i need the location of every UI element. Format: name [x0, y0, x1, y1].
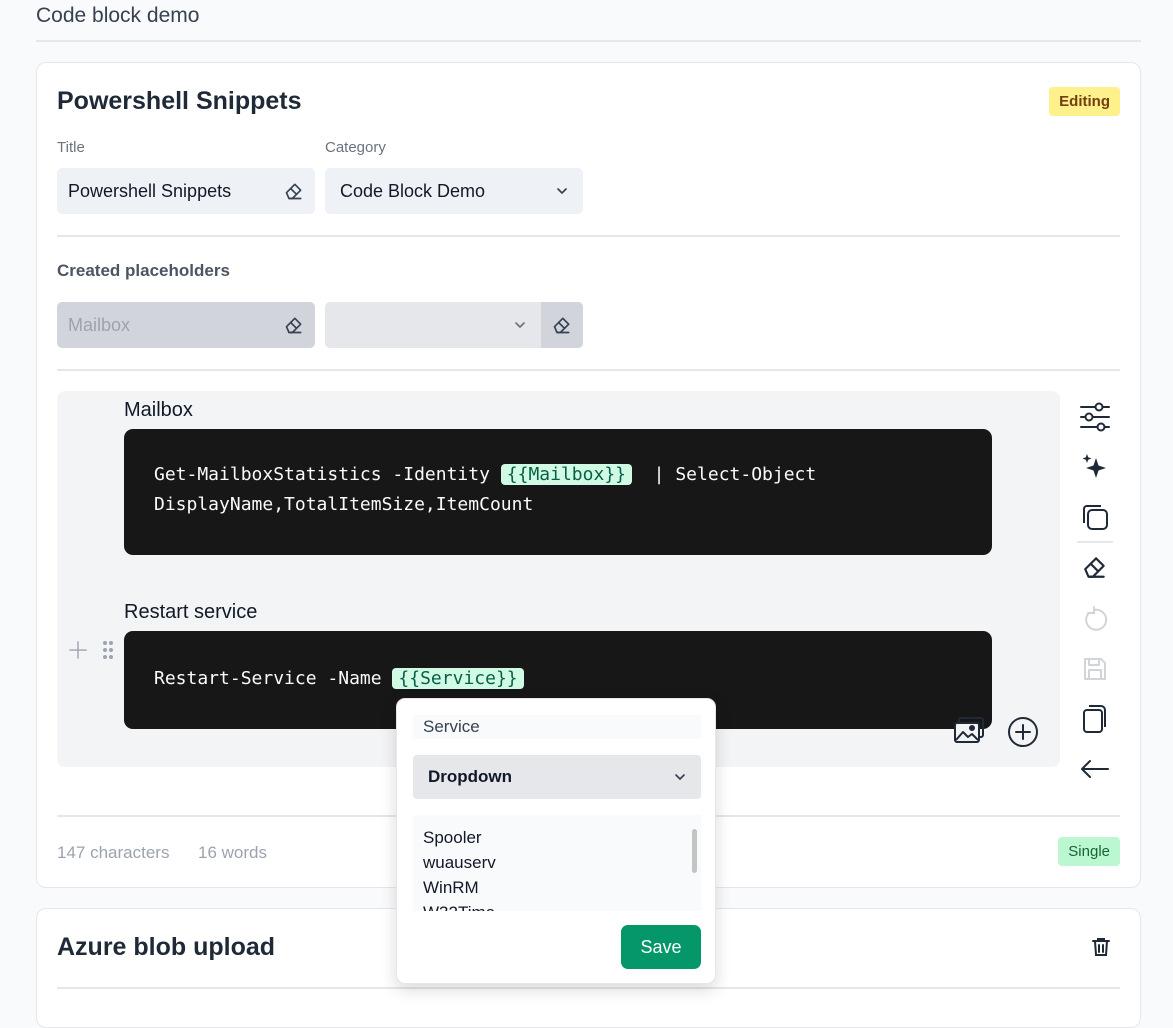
title-field[interactable]: Powershell Snippets	[57, 168, 315, 214]
options-textarea[interactable]: Spooler wuauserv WinRM W32Time	[413, 815, 701, 911]
placeholder-popover: Service Dropdown Spooler wuauserv WinRM …	[396, 698, 716, 984]
eraser-icon[interactable]	[541, 302, 583, 348]
code-text: DisplayName,TotalItemSize,ItemCount	[154, 494, 534, 515]
mode-badge: Single	[1058, 837, 1120, 866]
divider	[57, 987, 1120, 989]
toolbar-divider	[1077, 541, 1113, 543]
eraser-icon[interactable]	[273, 302, 315, 348]
scrollbar[interactable]	[689, 817, 699, 909]
option-item: Spooler	[423, 828, 482, 847]
chevron-down-icon	[499, 302, 541, 348]
save-icon	[1077, 651, 1113, 687]
sliders-icon[interactable]	[1077, 399, 1113, 435]
sparkles-icon[interactable]	[1077, 449, 1113, 485]
chevron-down-icon	[659, 769, 701, 785]
placeholder-type-dropdown[interactable]: Dropdown	[413, 755, 701, 799]
scrollbar-thumb[interactable]	[692, 829, 697, 873]
char-count: 147 characters	[57, 843, 170, 862]
drag-handle-icon[interactable]	[101, 640, 115, 665]
add-circle-icon[interactable]	[1007, 716, 1039, 753]
undo-icon	[1077, 601, 1113, 637]
page-title: Code block demo	[36, 4, 200, 27]
code-block[interactable]: Get-MailboxStatistics -Identity {{Mailbo…	[124, 429, 992, 555]
title-label: Title	[57, 139, 85, 156]
word-count: 16 words	[198, 843, 267, 862]
type-value: Dropdown	[428, 767, 513, 786]
placeholder-name-input[interactable]: Mailbox	[57, 302, 315, 348]
placeholders-heading: Created placeholders	[57, 261, 230, 280]
placeholder-type-select[interactable]	[325, 302, 583, 348]
category-value: Code Block Demo	[340, 180, 486, 201]
arrow-left-icon[interactable]	[1077, 751, 1113, 787]
card-title: Azure blob upload	[57, 933, 276, 961]
placeholder-name-hint: Mailbox	[68, 314, 131, 335]
placeholder-chip[interactable]: {{Service}}	[392, 668, 524, 689]
block-label: Restart service	[124, 601, 258, 623]
page-divider	[36, 40, 1141, 42]
placeholder-chip[interactable]: {{Mailbox}}	[500, 464, 632, 485]
placeholder-name-field[interactable]: Service	[413, 715, 701, 739]
option-item: wuauserv	[423, 853, 496, 872]
image-icon[interactable]	[953, 717, 985, 750]
eraser-icon[interactable]	[1077, 549, 1113, 585]
category-label: Category	[325, 139, 386, 156]
category-select[interactable]: Code Block Demo	[325, 168, 583, 214]
block-label: Mailbox	[124, 399, 193, 421]
card-title: Powershell Snippets	[57, 87, 302, 115]
plus-icon[interactable]	[67, 639, 89, 666]
save-button[interactable]: Save	[621, 925, 701, 969]
option-item: W32Time	[423, 900, 691, 911]
divider	[57, 369, 1120, 371]
option-item: WinRM	[423, 878, 479, 897]
status-badge: Editing	[1049, 87, 1120, 116]
trash-icon[interactable]	[1092, 937, 1110, 962]
divider	[57, 235, 1120, 237]
title-value: Powershell Snippets	[68, 180, 232, 201]
eraser-icon[interactable]	[273, 168, 315, 214]
chevron-down-icon	[541, 168, 583, 214]
copy-icon[interactable]	[1077, 499, 1113, 535]
code-text: Get-MailboxStatistics -Identity	[154, 464, 501, 485]
code-text: | Select-Object	[632, 464, 817, 485]
duplicate-icon[interactable]	[1077, 701, 1113, 737]
code-text: Restart-Service -Name	[154, 668, 393, 689]
